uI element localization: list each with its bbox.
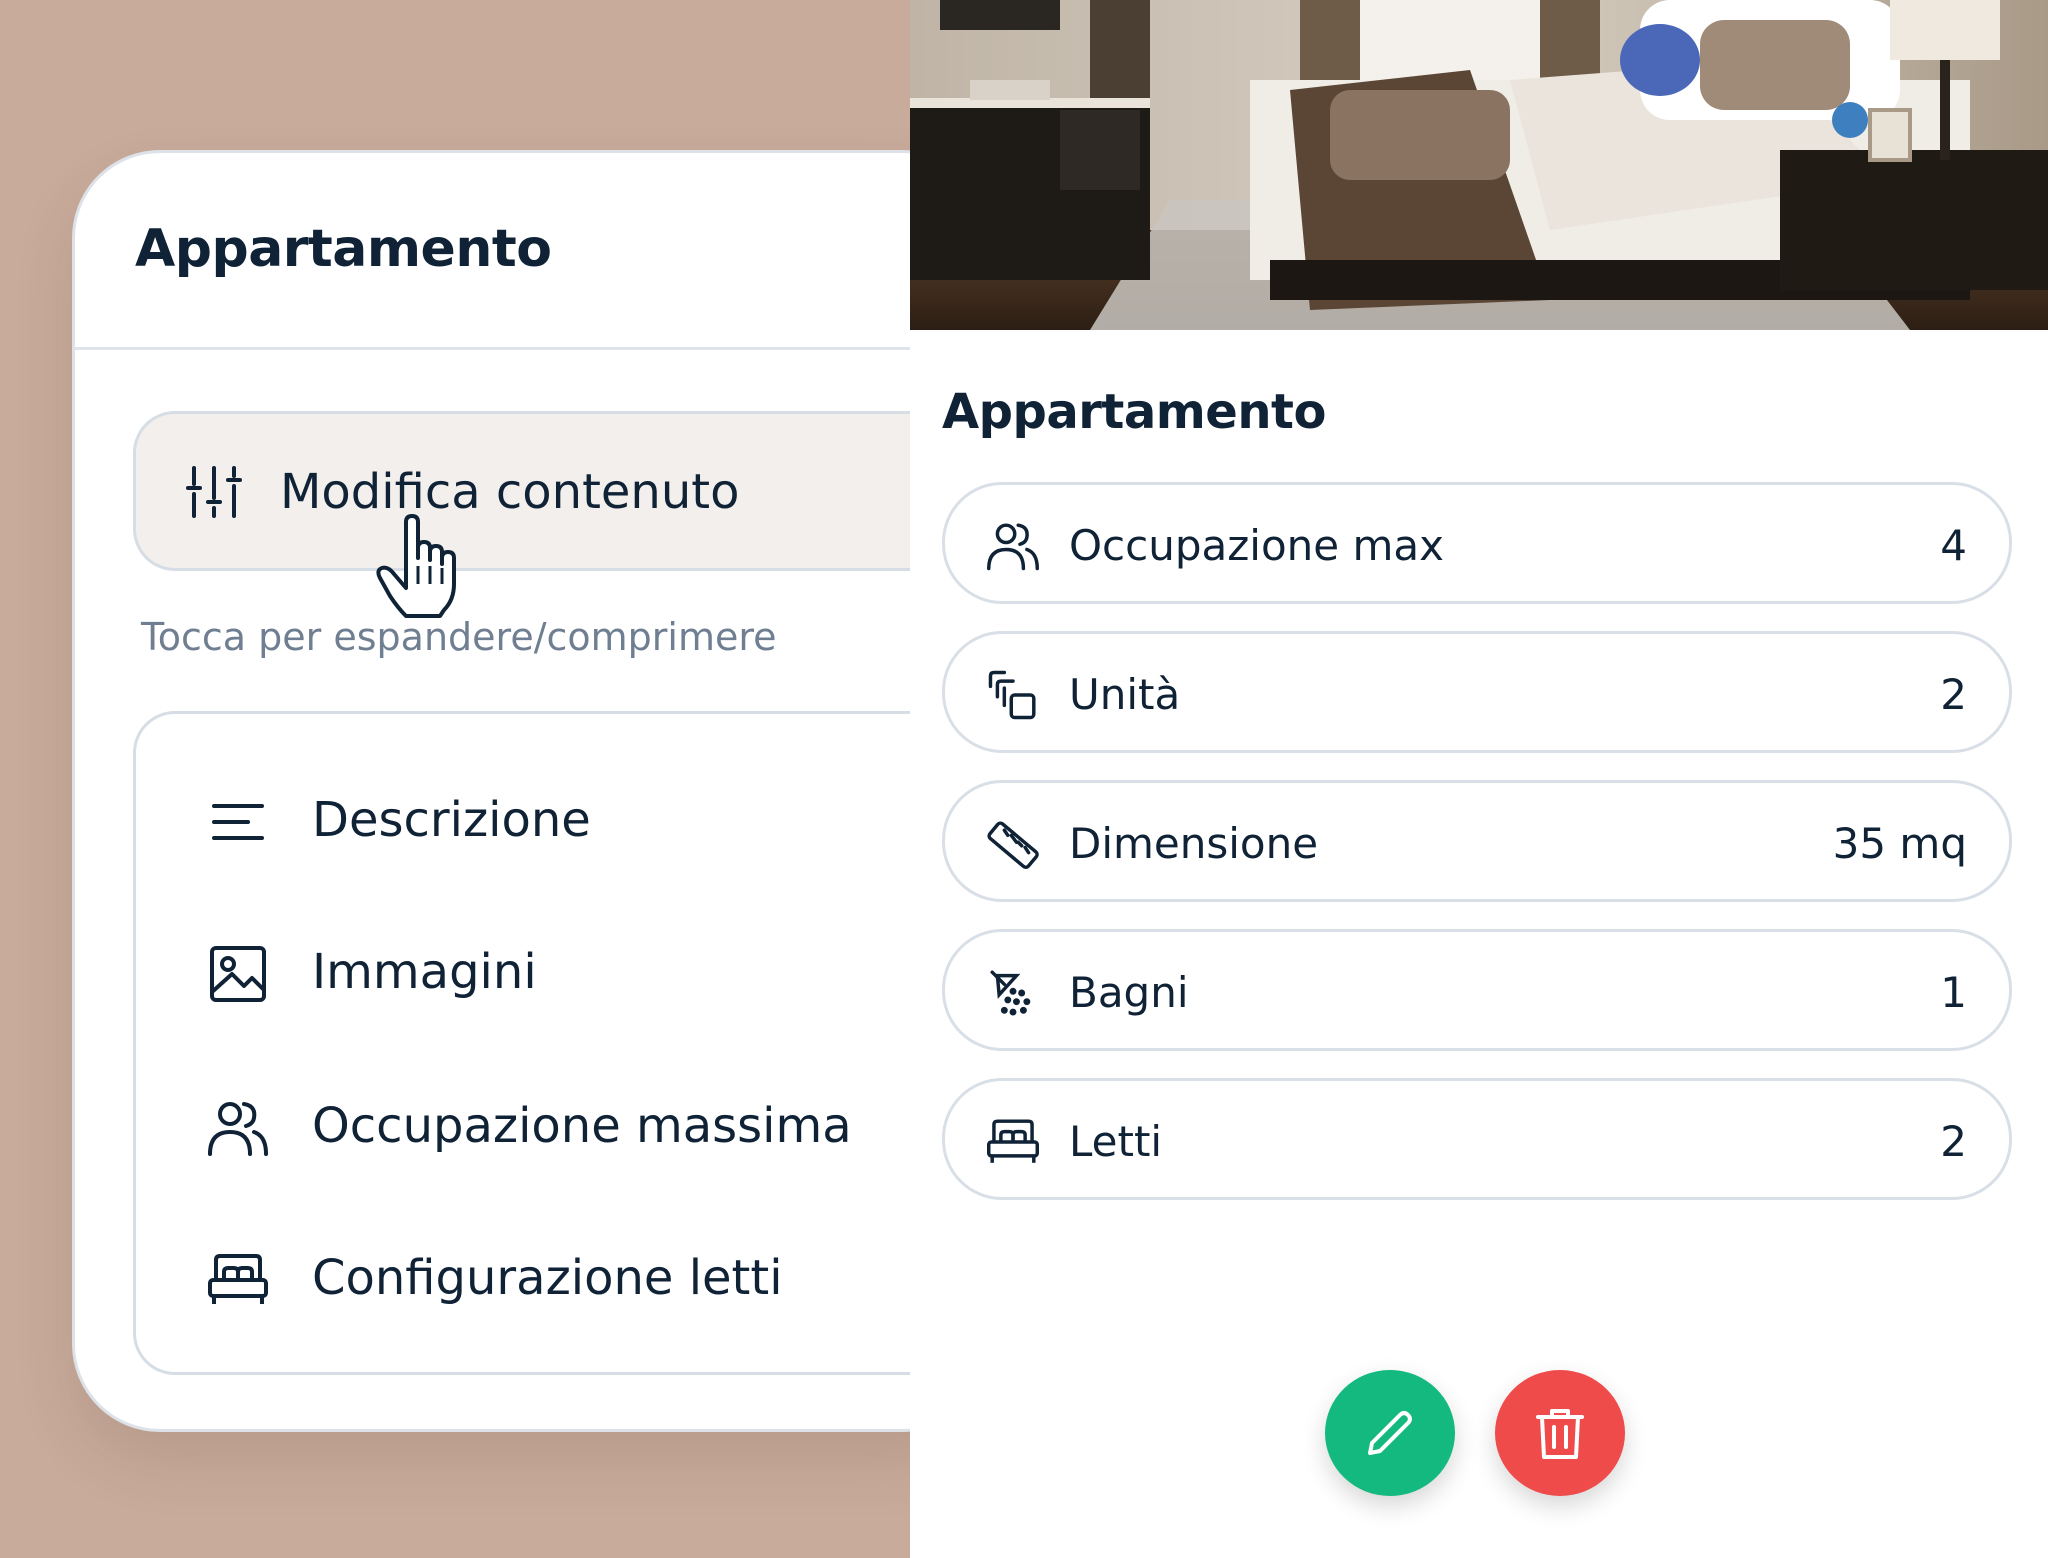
preview-panel: Appartamento Occupazione max 4 Unità 2 D… — [910, 0, 2048, 1558]
delete-button[interactable] — [1495, 1370, 1625, 1496]
sliders-icon — [186, 466, 242, 518]
trash-icon — [1536, 1409, 1584, 1459]
stat-label: Unità — [1069, 670, 1181, 719]
hand-cursor-icon — [376, 514, 456, 618]
editor-title: Appartamento — [135, 219, 552, 279]
users-icon — [208, 1102, 268, 1156]
stat-value: 4 — [1940, 521, 1967, 570]
divider — [75, 347, 989, 350]
units-icon — [988, 670, 1036, 720]
stat-label: Bagni — [1069, 968, 1189, 1017]
bed-icon — [987, 1119, 1039, 1163]
stat-label: Dimensione — [1069, 819, 1319, 868]
room-photo — [910, 0, 2048, 330]
stat-dimensione: Dimensione 35 mq — [942, 780, 2012, 902]
menu-item-label: Descrizione — [312, 792, 591, 848]
menu-item-label: Configurazione letti — [312, 1250, 783, 1306]
stat-label: Occupazione max — [1069, 521, 1444, 570]
edit-content-label: Modifica contenuto — [280, 464, 740, 520]
expand-hint: Tocca per espandere/comprimere — [141, 615, 777, 659]
menu-item-label: Occupazione massima — [312, 1098, 852, 1154]
stat-value: 2 — [1940, 1117, 1967, 1166]
stat-unita: Unità 2 — [942, 631, 2012, 753]
edit-button[interactable] — [1325, 1370, 1455, 1496]
stat-occupazione-max: Occupazione max 4 — [942, 482, 2012, 604]
stat-value: 2 — [1940, 670, 1967, 719]
pencil-icon — [1368, 1411, 1412, 1455]
users-icon — [987, 523, 1039, 571]
text-lines-icon — [212, 804, 264, 840]
menu-item-label: Immagini — [312, 944, 537, 1000]
ruler-icon — [987, 821, 1039, 869]
stat-letti: Letti 2 — [942, 1078, 2012, 1200]
stat-bagni: Bagni 1 — [942, 929, 2012, 1051]
stat-value: 1 — [1940, 968, 1967, 1017]
bed-icon — [208, 1254, 268, 1304]
preview-title: Appartamento — [942, 384, 1326, 440]
stat-value: 35 mq — [1832, 819, 1967, 868]
stat-label: Letti — [1069, 1117, 1163, 1166]
image-icon — [210, 946, 266, 1002]
shower-icon — [990, 970, 1031, 1016]
editor-card: Appartamento Modifica contenuto Tocca pe… — [72, 150, 1053, 1432]
